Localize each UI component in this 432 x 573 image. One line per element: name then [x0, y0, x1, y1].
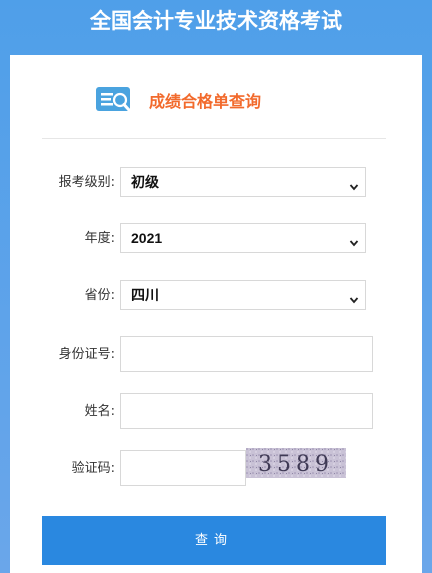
level-row: 报考级别: 初级 — [10, 167, 422, 207]
name-label: 姓名: — [84, 404, 115, 419]
province-select[interactable]: 四川 — [120, 280, 366, 310]
chevron-down-icon — [349, 233, 359, 247]
captcha-input[interactable] — [120, 450, 246, 486]
year-row: 年度: 2021 — [10, 223, 422, 263]
chevron-down-icon — [349, 290, 359, 304]
id-number-row: 身份证号: — [10, 336, 422, 376]
year-select-value: 2021 — [131, 230, 163, 246]
card-header: 成绩合格单查询 — [95, 83, 261, 117]
captcha-image[interactable]: 3589 — [246, 448, 346, 478]
captcha-row: 验证码: 3589 — [10, 448, 422, 490]
submit-button[interactable]: 查询 — [42, 516, 386, 565]
level-label: 报考级别: — [58, 175, 115, 190]
name-input[interactable] — [120, 393, 373, 429]
page-title: 全国会计专业技术资格考试 — [90, 9, 342, 33]
card-title: 成绩合格单查询 — [149, 92, 262, 111]
header-divider — [42, 138, 386, 139]
captcha-label: 验证码: — [71, 461, 115, 476]
query-card: 成绩合格单查询 报考级别: 初级 年度: 2021 省份: 四川 身份证号: 姓… — [10, 55, 422, 573]
search-document-icon — [95, 85, 135, 115]
chevron-down-icon — [349, 177, 359, 191]
province-row: 省份: 四川 — [10, 280, 422, 320]
year-label: 年度: — [84, 231, 115, 246]
id-number-input[interactable] — [120, 336, 373, 372]
level-select-value: 初级 — [131, 174, 159, 190]
year-select[interactable]: 2021 — [120, 223, 366, 253]
province-select-value: 四川 — [131, 287, 159, 303]
id-number-label: 身份证号: — [58, 347, 115, 362]
name-row: 姓名: — [10, 393, 422, 433]
level-select[interactable]: 初级 — [120, 167, 366, 197]
captcha-code: 3589 — [258, 452, 334, 477]
province-label: 省份: — [84, 288, 115, 303]
